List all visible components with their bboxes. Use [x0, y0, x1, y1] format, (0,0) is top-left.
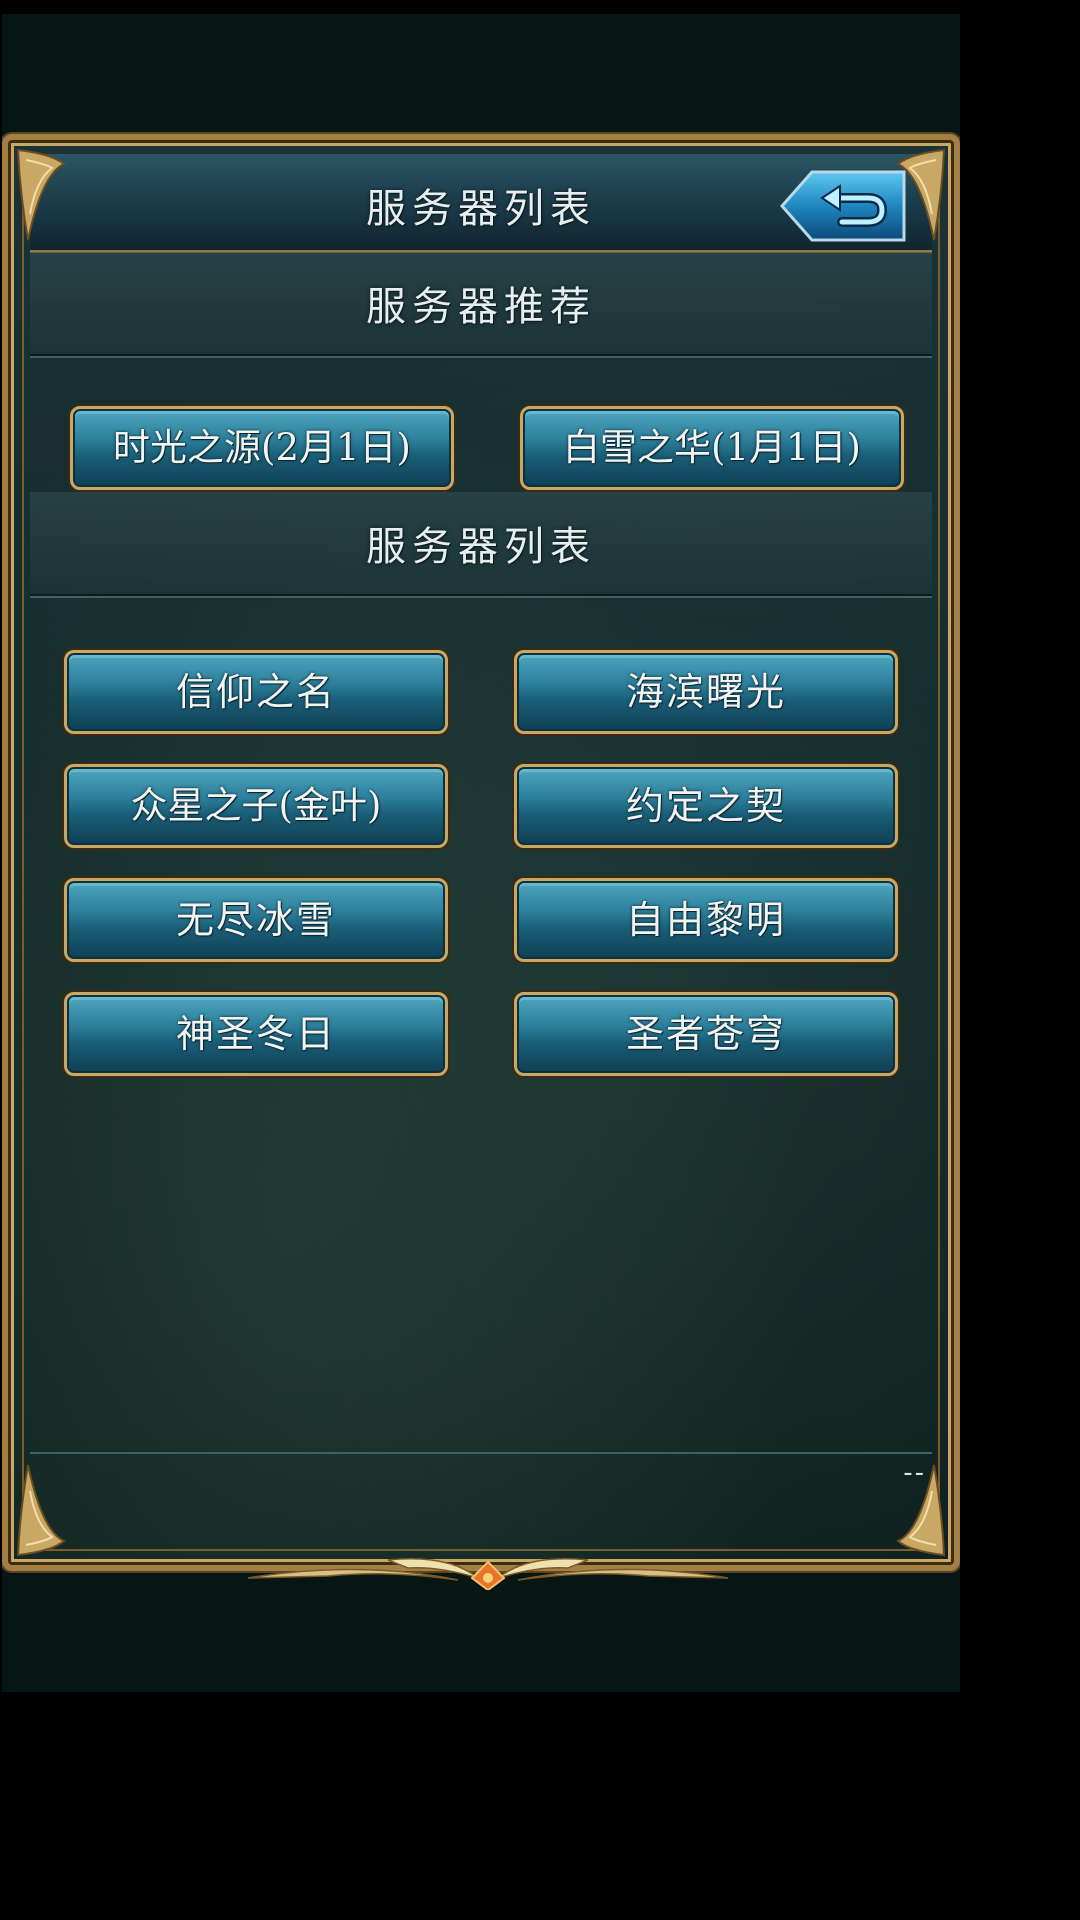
server-button-1[interactable]: 信仰之名 [64, 650, 448, 734]
footer-divider [30, 1452, 932, 1454]
corner-ornament-top-left-icon [16, 148, 66, 241]
recommended-title: 服务器推荐 [366, 284, 596, 330]
server-button-5[interactable]: 无尽冰雪 [64, 878, 448, 962]
server-list-title: 服务器列表 [366, 524, 596, 570]
server-button-4[interactable]: 约定之契 [514, 764, 898, 848]
screen: 服务器列表 服务器推荐 时光之源(2月1日) 白雪之华(1月1日) 服务器列表 … [0, 0, 1080, 1920]
server-button-6[interactable]: 自由黎明 [514, 878, 898, 962]
server-button-8[interactable]: 圣者苍穹 [514, 992, 898, 1076]
recommended-section-header: 服务器推荐 [30, 252, 932, 358]
recommended-server-button-1[interactable]: 时光之源(2月1日) [70, 406, 454, 490]
server-button-3[interactable]: 众星之子(金叶) [64, 764, 448, 848]
corner-ornament-top-right-icon [896, 148, 946, 241]
corner-ornament-bottom-right-icon [896, 1464, 946, 1557]
bottom-ornament-icon [247, 1558, 729, 1590]
server-list-panel: 服务器列表 服务器推荐 时光之源(2月1日) 白雪之华(1月1日) 服务器列表 … [2, 134, 960, 1590]
server-list-section-header: 服务器列表 [30, 492, 932, 598]
server-button-7[interactable]: 神圣冬日 [64, 992, 448, 1076]
corner-ornament-bottom-left-icon [16, 1464, 66, 1557]
recommended-server-button-2[interactable]: 白雪之华(1月1日) [520, 406, 904, 490]
server-button-2[interactable]: 海滨曙光 [514, 650, 898, 734]
panel-header: 服务器列表 [30, 154, 932, 253]
game-area: 服务器列表 服务器推荐 时光之源(2月1日) 白雪之华(1月1日) 服务器列表 … [2, 14, 960, 1692]
